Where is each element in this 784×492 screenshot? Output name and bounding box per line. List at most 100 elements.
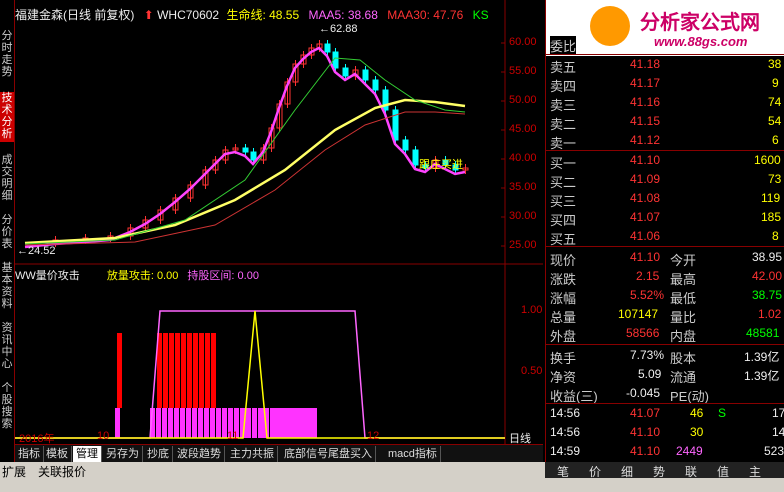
ma30-value: MAA30: 47.76 [387, 8, 464, 22]
tick-row: 14:59 41.10 2449 523 [550, 444, 784, 458]
ask-row[interactable]: 卖四 41.17 9 [546, 74, 784, 94]
related-quote-button[interactable]: 关联报价 [38, 463, 86, 480]
price-tick: 25.00 [509, 239, 537, 251]
date-axis: 2016年 10 11 12 日线 [15, 430, 543, 445]
price-tick: 35.00 [509, 181, 537, 193]
volume-attack-bars [115, 333, 317, 438]
tab-indicator[interactable]: 指标 [15, 446, 44, 462]
bid-row[interactable]: 买四 41.07 185 [546, 208, 784, 228]
fundamental-row: 收益(三) -0.045 PE(动) [550, 386, 710, 404]
price-tick: 55.00 [509, 65, 537, 77]
price-tick: 45.00 [509, 123, 537, 135]
candlesticks [52, 40, 469, 247]
price-tick: 60.00 [509, 36, 537, 48]
tab-lian[interactable]: 联 [685, 463, 697, 480]
attack-bar [117, 333, 122, 408]
tick-row: 14:56 41.10 30 14 [550, 425, 784, 439]
low-annotation: ←24.52 [17, 245, 56, 257]
stock-title: 福建金森(日线 前复权) [15, 8, 135, 22]
price-tick: 40.00 [509, 152, 537, 164]
left-vertical-tabs: 分时走势 技术分析 成交明细 分价表 基本资料 资讯中心 个股搜索 [0, 0, 15, 462]
tab-intraday[interactable]: 分时走势 [0, 30, 14, 80]
sub-tick: 1.00 [521, 304, 543, 316]
tab-main-resonance[interactable]: 主力共振 [227, 446, 278, 462]
ask-row[interactable]: 卖三 41.16 74 [546, 93, 784, 113]
tab-manage[interactable]: 管理 [73, 446, 102, 462]
attack-bar [163, 333, 168, 408]
ask-row[interactable]: 卖五 41.18 38 [546, 55, 784, 75]
tab-bi[interactable]: 笔 [557, 463, 569, 480]
chart-header: 福建金森(日线 前复权) ⬆ WHC70602 生命线: 48.55 MAA5:… [15, 6, 489, 23]
tab-technical[interactable]: 技术分析 [0, 92, 14, 142]
date-tick: 12 [367, 430, 380, 442]
ma30-line [24, 111, 466, 246]
life-line [24, 98, 466, 245]
tab-price-table[interactable]: 分价表 [0, 214, 14, 254]
bid-row[interactable]: 买二 41.09 73 [546, 170, 784, 190]
tab-basic-info[interactable]: 基本资料 [0, 262, 14, 312]
price-tick: 50.00 [509, 94, 537, 106]
bid-row[interactable]: 买五 41.06 8 [546, 227, 784, 247]
follow-buy-annotation: 跟庄买进 [419, 159, 463, 171]
sub-indicator-name[interactable]: WW量价攻击 [15, 270, 80, 282]
attack-bar [193, 333, 198, 408]
flower-logo-icon [590, 6, 630, 46]
attack-bar [175, 333, 180, 408]
hold-value: 持股区间: 0.00 [187, 270, 259, 282]
quote-row: 涨跌 2.15 最高 42.00 [550, 269, 783, 287]
life-line-value: 生命线: 48.55 [226, 8, 300, 22]
right-bottom-tabs: 笔 价 细 势 联 值 主 [545, 462, 784, 480]
tab-xi[interactable]: 细 [621, 463, 633, 480]
quote-panel: 分析家公式网 www.88gs.com 委比 卖五 41.18 38 卖四 41.17… [545, 0, 784, 462]
attack-bar [181, 333, 186, 408]
attack-value: 放量攻击: 0.00 [106, 270, 179, 282]
tab-macd[interactable]: macd指标 [385, 446, 441, 462]
quote-row: 现价 41.10 今开 38.95 [550, 250, 783, 268]
ks-label: KS [472, 8, 489, 22]
ask-row[interactable]: 卖二 41.15 54 [546, 112, 784, 132]
indicator-arrow-icon: ⬆ [143, 8, 154, 22]
attack-bar [199, 333, 204, 408]
logo-title: 分析家公式网 [640, 12, 760, 34]
sub-header: WW量价攻击 放量攻击: 0.00 持股区间: 0.00 [15, 267, 259, 283]
sub-tick: 0.50 [521, 365, 543, 377]
date-tick: 10 [97, 430, 110, 442]
price-axis: 60.00 55.00 50.00 45.00 40.00 35.00 30.0… [509, 0, 543, 264]
attack-bar [205, 333, 210, 408]
expand-button[interactable]: 扩展 [2, 463, 26, 480]
tab-band-trend[interactable]: 波段趋势 [174, 446, 225, 462]
tab-zhu[interactable]: 主 [749, 463, 761, 480]
weibi-label: 委比 [550, 36, 577, 55]
fundamental-row: 换手 7.73% 股本 1.39亿 [550, 348, 780, 366]
indicator-template-tabs: 指标 模板 管理 另存为 抄底 波段趋势 主力共振 底部信号尾盘买入 macd指… [15, 444, 543, 463]
tab-shi[interactable]: 势 [653, 463, 665, 480]
ask-row[interactable]: 卖一 41.12 6 [546, 131, 784, 151]
quote-row: 总量 107147 量比 1.02 [550, 307, 782, 325]
bid-row[interactable]: 买一 41.10 1600 [546, 151, 784, 171]
attack-bar [211, 333, 216, 408]
bid-row[interactable]: 买三 41.08 119 [546, 189, 784, 209]
tab-stock-search[interactable]: 个股搜索 [0, 382, 14, 432]
tab-save-as[interactable]: 另存为 [103, 446, 143, 462]
tab-trades[interactable]: 成交明细 [0, 154, 14, 204]
logo-url: www.88gs.com [654, 34, 748, 49]
tab-template[interactable]: 模板 [43, 446, 72, 462]
tab-zhi[interactable]: 值 [717, 463, 729, 480]
ma5-value: MAA5: 38.68 [308, 8, 378, 22]
logo-banner: 分析家公式网 www.88gs.com [546, 0, 784, 56]
price-tick: 30.00 [509, 210, 537, 222]
tab-jia[interactable]: 价 [589, 463, 601, 480]
high-annotation: ←62.88 [319, 23, 358, 35]
fundamental-row: 净资 5.09 流通 1.39亿 [550, 367, 780, 385]
tab-bottom-signal[interactable]: 底部信号尾盘买入 [281, 446, 376, 462]
date-tick: 11 [227, 430, 239, 442]
kline-chart-area[interactable]: 福建金森(日线 前复权) ⬆ WHC70602 生命线: 48.55 MAA5:… [15, 0, 543, 445]
tab-bottom-fish[interactable]: 抄底 [144, 446, 173, 462]
quote-row: 外盘 58566 内盘 48581 [550, 326, 780, 344]
kline-svg [15, 0, 543, 444]
tab-news[interactable]: 资讯中心 [0, 322, 14, 372]
indicator-name[interactable]: WHC70602 [157, 8, 219, 22]
attack-bar [169, 333, 174, 408]
attack-bar [187, 333, 192, 408]
tick-row: 14:56 41.07 46 S 17 [550, 406, 784, 420]
